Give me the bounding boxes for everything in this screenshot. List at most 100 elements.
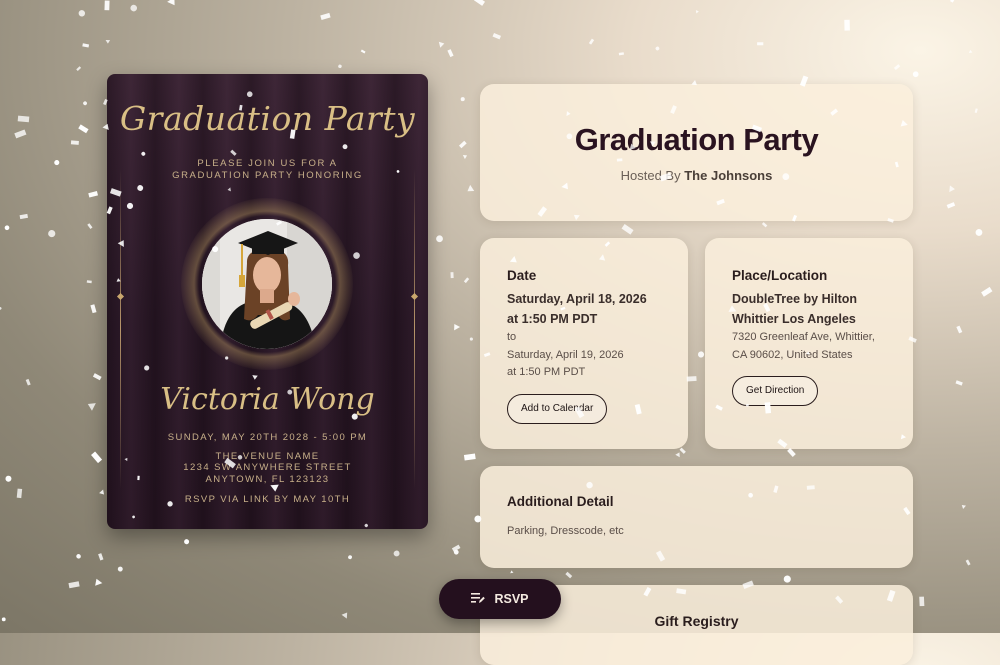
confetti-piece bbox=[469, 337, 473, 341]
confetti-piece bbox=[438, 41, 445, 48]
confetti-piece bbox=[463, 453, 476, 461]
confetti-piece bbox=[893, 64, 901, 71]
confetti-piece bbox=[787, 448, 796, 457]
hosted-by: Hosted By The Johnsons bbox=[620, 168, 773, 183]
confetti-piece bbox=[14, 129, 27, 139]
confetti-piece bbox=[92, 373, 102, 381]
confetti-piece bbox=[17, 115, 30, 123]
date-card: Date Saturday, April 18, 2026 at 1:50 PM… bbox=[480, 238, 688, 449]
confetti-piece bbox=[78, 124, 89, 134]
add-to-calendar-button[interactable]: Add to Calendar bbox=[507, 393, 608, 424]
confetti-piece bbox=[88, 191, 98, 198]
additional-detail-label: Additional Detail bbox=[507, 494, 614, 509]
venue-name-line2: Whittier Los Angeles bbox=[732, 312, 856, 326]
confetti-piece bbox=[451, 544, 461, 552]
invitation-subtitle: Please join us for a graduation party ho… bbox=[172, 158, 363, 181]
confetti-piece bbox=[761, 222, 768, 228]
confetti-piece bbox=[82, 43, 90, 48]
confetti-piece bbox=[68, 581, 80, 589]
date-to: to bbox=[507, 331, 517, 343]
confetti-piece bbox=[697, 351, 705, 358]
confetti-piece bbox=[588, 38, 595, 45]
confetti-piece bbox=[447, 49, 454, 58]
confetti-piece bbox=[675, 452, 680, 458]
confetti-piece bbox=[1, 617, 6, 622]
rsvp-label: RSVP bbox=[494, 592, 529, 606]
confetti-piece bbox=[76, 554, 81, 559]
confetti-piece bbox=[341, 612, 348, 619]
confetti-piece bbox=[757, 42, 764, 46]
confetti-piece bbox=[25, 378, 31, 386]
confetti-piece bbox=[473, 0, 486, 6]
confetti-piece bbox=[458, 140, 467, 149]
invitation-card: Graduation Party Please join us for a gr… bbox=[107, 74, 428, 529]
confetti-piece bbox=[70, 140, 79, 145]
confetti-piece bbox=[91, 451, 103, 464]
venue-name-line1: DoubleTree by Hilton bbox=[732, 292, 858, 306]
confetti-piece bbox=[695, 10, 699, 14]
graduate-photo-frame bbox=[181, 198, 353, 370]
confetti-piece bbox=[117, 566, 123, 572]
confetti-piece bbox=[98, 553, 104, 561]
confetti-piece bbox=[393, 550, 400, 557]
event-title: Graduation Party bbox=[574, 122, 819, 157]
event-title-card: Graduation Party Hosted By The Johnsons bbox=[480, 84, 913, 221]
confetti-piece bbox=[974, 108, 978, 114]
invitation-title: Graduation Party bbox=[119, 99, 416, 138]
end-time: at 1:50 PM PDT bbox=[507, 366, 586, 378]
confetti-piece bbox=[16, 488, 23, 499]
confetti-piece bbox=[450, 272, 454, 279]
confetti-piece bbox=[965, 559, 971, 566]
confetti-piece bbox=[436, 235, 443, 243]
confetti-piece bbox=[167, 0, 175, 6]
confetti-piece bbox=[621, 223, 634, 235]
confetti-piece bbox=[348, 555, 352, 560]
confetti-piece bbox=[5, 475, 12, 482]
confetti-piece bbox=[48, 230, 56, 238]
start-time: at 1:50 PM PDT bbox=[507, 312, 598, 326]
confetti-piece bbox=[463, 277, 470, 284]
start-date: Saturday, April 18, 2026 bbox=[507, 292, 647, 306]
host-name: The Johnsons bbox=[684, 168, 773, 183]
additional-detail-text: Parking, Dresscode, etc bbox=[507, 525, 624, 537]
confetti-piece bbox=[492, 32, 502, 40]
confetti-piece bbox=[320, 12, 331, 20]
confetti-piece bbox=[460, 97, 465, 102]
confetti-piece bbox=[338, 64, 342, 69]
confetti-piece bbox=[783, 575, 791, 583]
confetti-piece bbox=[462, 154, 468, 160]
address-line1: 7320 Greenleaf Ave, Whittier, bbox=[732, 331, 875, 343]
date-label: Date bbox=[507, 268, 537, 283]
confetti-piece bbox=[105, 40, 111, 44]
confetti-piece bbox=[975, 229, 983, 236]
invitation-details: Sunday, May 20th 2028 - 5:00 PM The Venu… bbox=[167, 432, 368, 485]
confetti-piece bbox=[686, 376, 697, 382]
confetti-piece bbox=[19, 213, 29, 220]
confetti-piece bbox=[510, 570, 514, 574]
confetti-piece bbox=[4, 225, 10, 231]
confetti-piece bbox=[87, 403, 96, 411]
confetti-piece bbox=[949, 185, 955, 193]
confetti-piece bbox=[844, 19, 850, 31]
confetti-piece bbox=[54, 159, 60, 166]
confetti-piece bbox=[83, 101, 87, 106]
confetti-piece bbox=[955, 380, 963, 386]
confetti-piece bbox=[78, 10, 86, 17]
confetti-piece bbox=[968, 49, 973, 53]
rsvp-button[interactable]: RSVP bbox=[439, 579, 561, 619]
confetti-piece bbox=[949, 0, 956, 3]
end-date: Saturday, April 19, 2026 bbox=[507, 348, 624, 361]
confetti-piece bbox=[679, 447, 686, 454]
confetti-piece bbox=[184, 539, 190, 545]
get-direction-button[interactable]: Get Direction bbox=[732, 376, 819, 406]
location-card: Place/Location DoubleTree by Hilton Whit… bbox=[705, 238, 913, 449]
address-line2: CA 90602, United States bbox=[732, 348, 853, 361]
confetti-piece bbox=[95, 578, 103, 586]
confetti-piece bbox=[0, 307, 2, 310]
confetti-piece bbox=[99, 489, 105, 495]
honoree-name: Victoria Wong bbox=[160, 382, 375, 417]
additional-detail-card: Additional Detail Parking, Dresscode, et… bbox=[480, 466, 913, 568]
confetti-piece bbox=[90, 304, 97, 314]
confetti-piece bbox=[912, 71, 919, 78]
confetti-piece bbox=[565, 571, 573, 579]
